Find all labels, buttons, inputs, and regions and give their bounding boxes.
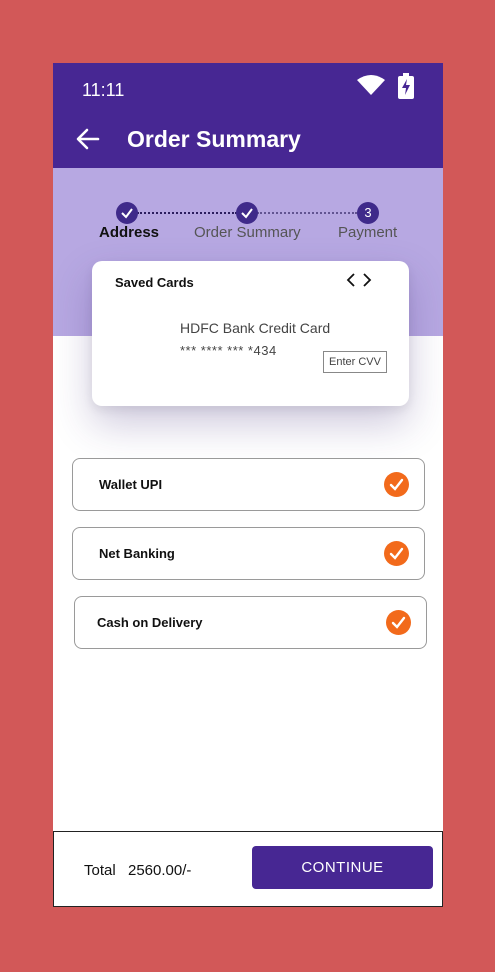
arrow-left-icon[interactable]	[75, 126, 101, 152]
check-icon	[121, 208, 133, 219]
card-number: *** **** *** *434	[180, 343, 277, 358]
wifi-icon	[357, 75, 385, 95]
payment-option-wallet-upi[interactable]: Wallet UPI	[72, 458, 425, 511]
status-time: 11:11	[82, 80, 125, 100]
total-amount: 2560.00/-	[128, 862, 192, 879]
total-label: Total	[84, 862, 116, 879]
check-circle-icon[interactable]	[384, 541, 409, 566]
cvv-input[interactable]: Enter CVV	[323, 351, 387, 373]
step-address-done	[116, 202, 138, 224]
card-bank-name: HDFC Bank Credit Card	[180, 320, 331, 336]
payment-option-net-banking[interactable]: Net Banking	[72, 527, 425, 580]
phone-screen: 11:11 Order Summary 3 Address Order Summ…	[53, 63, 443, 907]
check-icon	[241, 208, 253, 219]
option-label: Cash on Delivery	[97, 615, 203, 630]
check-circle-icon[interactable]	[386, 610, 411, 635]
check-circle-icon[interactable]	[384, 472, 409, 497]
page-title: Order Summary	[127, 126, 301, 152]
step-summary-done	[236, 202, 258, 224]
continue-button[interactable]: CONTINUE	[252, 846, 433, 889]
step-connector	[137, 212, 237, 214]
battery-charging-icon	[398, 73, 414, 99]
step-label-order-summary: Order Summary	[194, 224, 301, 241]
checkout-footer: Total 2560.00/- CONTINUE	[53, 831, 443, 907]
saved-cards-title: Saved Cards	[115, 275, 194, 290]
status-bar: 11:11	[53, 63, 443, 115]
payment-option-cash-on-delivery[interactable]: Cash on Delivery	[74, 596, 427, 649]
chevron-right-icon[interactable]	[360, 272, 374, 288]
step-label-payment: Payment	[338, 224, 398, 241]
checkout-stepper: 3 Address Order Summary Payment	[53, 168, 443, 258]
option-label: Net Banking	[99, 546, 175, 561]
app-bar: Order Summary	[53, 115, 443, 168]
saved-card-panel: Saved Cards HDFC Bank Credit Card *** **…	[92, 261, 409, 406]
step-label-address: Address	[99, 224, 160, 241]
step-connector	[257, 212, 357, 214]
step-payment-current: 3	[357, 202, 379, 224]
option-label: Wallet UPI	[99, 477, 163, 492]
chevron-left-icon[interactable]	[344, 272, 358, 288]
